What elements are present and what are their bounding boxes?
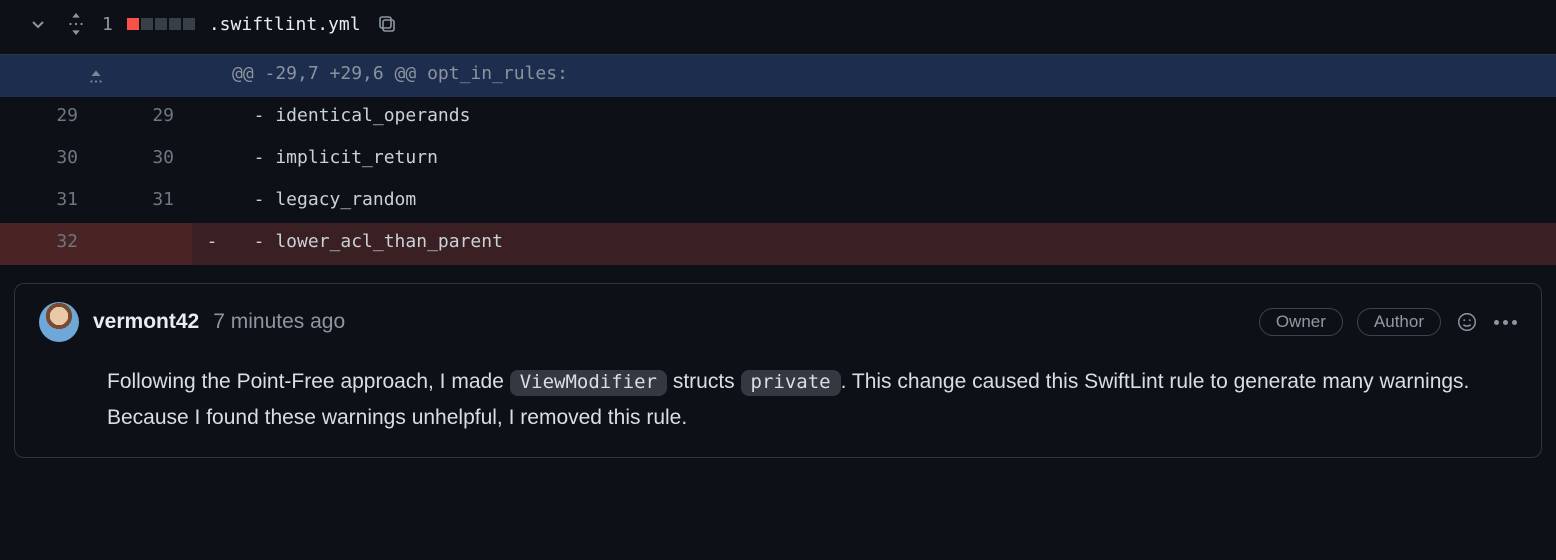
avatar[interactable]: [39, 302, 79, 342]
change-count: 1: [102, 14, 113, 35]
diff-sign: -: [192, 223, 232, 265]
inline-code: private: [741, 370, 841, 396]
diffstat: [127, 18, 195, 30]
diffstat-square: [169, 18, 181, 30]
diff-sign: [192, 139, 232, 181]
new-line-number[interactable]: 29: [96, 97, 192, 139]
review-comment: vermont42 7 minutes ago Owner Author Fol…: [14, 283, 1542, 458]
diff-line: 31 31 - legacy_random: [0, 181, 1556, 223]
collapse-file-toggle[interactable]: [26, 12, 50, 36]
new-line-number[interactable]: 30: [96, 139, 192, 181]
file-header: 1 .swiftlint.yml: [0, 0, 1556, 54]
code-text: - identical_operands: [232, 97, 1556, 139]
inline-code: ViewModifier: [510, 370, 667, 396]
unfold-icon: [65, 11, 87, 37]
expand-all-button[interactable]: [64, 12, 88, 36]
diffstat-square: [141, 18, 153, 30]
comment-text: structs: [667, 370, 741, 393]
code-text: - lower_acl_than_parent: [232, 223, 1556, 265]
diffstat-square: [183, 18, 195, 30]
code-text: - implicit_return: [232, 139, 1556, 181]
old-line-number[interactable]: 29: [0, 97, 96, 139]
copy-icon: [377, 14, 397, 34]
new-line-number[interactable]: 31: [96, 181, 192, 223]
old-line-number[interactable]: 30: [0, 139, 96, 181]
diff-line: 29 29 - identical_operands: [0, 97, 1556, 139]
author-badge: Author: [1357, 308, 1441, 336]
comment-header: vermont42 7 minutes ago Owner Author: [39, 302, 1517, 342]
hunk-gutter: [192, 55, 232, 97]
add-reaction-button[interactable]: [1455, 310, 1479, 334]
diff-sign: [192, 181, 232, 223]
expand-up-button[interactable]: [0, 55, 192, 97]
hunk-header-text: @@ -29,7 +29,6 @@ opt_in_rules:: [232, 55, 1556, 97]
smiley-icon: [1456, 311, 1478, 333]
hunk-header-row: @@ -29,7 +29,6 @@ opt_in_rules:: [0, 55, 1556, 97]
old-line-number[interactable]: 32: [0, 223, 96, 265]
comment-timestamp[interactable]: 7 minutes ago: [213, 310, 345, 334]
code-text: - legacy_random: [232, 181, 1556, 223]
fold-up-icon: [85, 65, 107, 87]
kebab-dot: [1503, 320, 1508, 325]
chevron-down-icon: [30, 16, 46, 32]
owner-badge: Owner: [1259, 308, 1343, 336]
old-line-number[interactable]: 31: [0, 181, 96, 223]
kebab-dot: [1494, 320, 1499, 325]
diff-line-deleted: 32 - - lower_acl_than_parent: [0, 223, 1556, 265]
comment-body: Following the Point-Free approach, I mad…: [107, 364, 1517, 435]
kebab-dot: [1512, 320, 1517, 325]
comment-author-link[interactable]: vermont42: [93, 310, 199, 334]
diffstat-square: [155, 18, 167, 30]
new-line-number[interactable]: [96, 223, 192, 265]
file-path-link[interactable]: .swiftlint.yml: [209, 14, 361, 35]
copy-path-button[interactable]: [375, 12, 399, 36]
comment-actions-menu[interactable]: [1493, 310, 1517, 334]
diffstat-removed-square: [127, 18, 139, 30]
diff-line: 30 30 - implicit_return: [0, 139, 1556, 181]
comment-text: Following the Point-Free approach, I mad…: [107, 370, 510, 393]
diff-view: @@ -29,7 +29,6 @@ opt_in_rules: 29 29 - …: [0, 54, 1556, 265]
diff-sign: [192, 97, 232, 139]
